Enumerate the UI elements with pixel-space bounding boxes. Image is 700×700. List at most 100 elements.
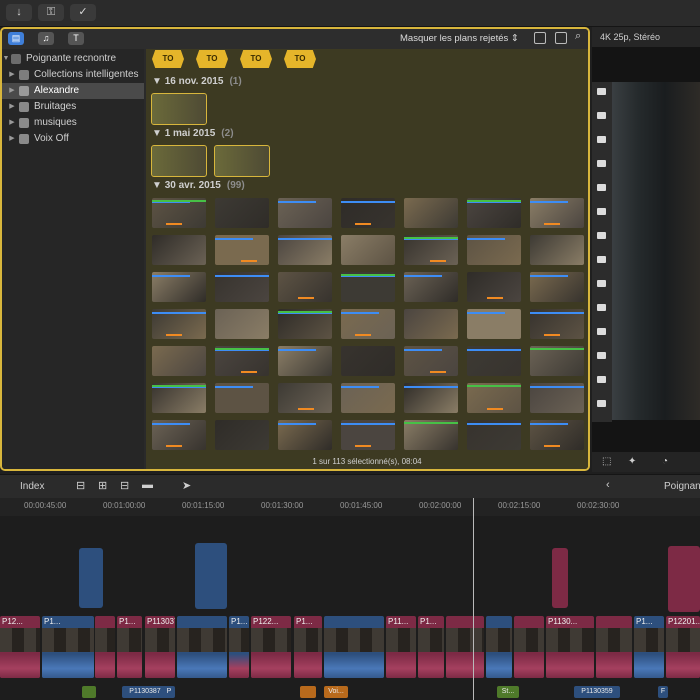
clip-thumbnail[interactable] [151, 93, 207, 125]
clip-thumbnail[interactable] [467, 420, 521, 450]
disclosure-triangle-icon[interactable]: ▼ [2, 51, 10, 67]
sidebar-item-library[interactable]: ▼ Poignante recnontre [2, 51, 144, 67]
timeline-ruler[interactable]: 00:00:45:00 00:01:00:00 00:01:15:00 00:01:3… [0, 498, 700, 517]
clip-thumbnail[interactable] [404, 235, 458, 265]
clip-thumbnail[interactable] [341, 383, 395, 413]
clip-thumbnail[interactable] [467, 383, 521, 413]
clip-thumbnail[interactable] [215, 346, 269, 376]
timeline-clip[interactable] [446, 616, 484, 678]
timeline-clip[interactable] [324, 616, 384, 678]
checkmark-icon[interactable]: ✓ [70, 4, 96, 21]
clip-thumbnail[interactable] [215, 235, 269, 265]
clip-appearance-icon[interactable] [555, 32, 567, 44]
timeline-clip[interactable]: P1... [294, 616, 322, 678]
clip-thumbnail[interactable] [530, 420, 584, 450]
timeline-clip[interactable]: P12... [0, 616, 40, 678]
clip-thumbnail[interactable] [152, 420, 206, 450]
timeline-clip[interactable] [514, 616, 544, 678]
audio-lane-clip[interactable] [82, 686, 96, 698]
filmstrip-view-icon[interactable] [534, 32, 546, 44]
timeline-clip[interactable]: P11... [386, 616, 416, 678]
sidebar-item-voix-off[interactable]: ▶ Voix Off [2, 131, 144, 147]
clip-thumbnail[interactable] [530, 235, 584, 265]
timeline-clip[interactable] [177, 616, 227, 678]
titles-generators-tab-icon[interactable]: T [68, 32, 84, 45]
clip-thumbnail[interactable] [404, 420, 458, 450]
audio-lane-clip[interactable]: P1130359 [574, 686, 620, 698]
title-clip-thumbnail[interactable]: TO [284, 50, 316, 68]
append-clip-icon[interactable]: ⊟ [120, 479, 129, 492]
back-arrow-icon[interactable]: ‹ [606, 479, 610, 491]
clip-thumbnail[interactable] [530, 383, 584, 413]
clip-thumbnail[interactable] [341, 309, 395, 339]
clip-thumbnail[interactable] [467, 235, 521, 265]
sidebar-item-musiques[interactable]: ▶ musiques [2, 115, 144, 131]
clip-thumbnail[interactable] [341, 198, 395, 228]
timeline-clip[interactable]: P122... [251, 616, 291, 678]
connected-clip[interactable] [79, 548, 103, 608]
clip-thumbnail[interactable] [404, 309, 458, 339]
speed-icon[interactable]: ◔ [662, 452, 668, 472]
clip-thumbnail[interactable] [530, 346, 584, 376]
clip-thumbnail[interactable] [152, 198, 206, 228]
timeline-clip[interactable]: P1... [229, 616, 249, 678]
clip-thumbnail[interactable] [341, 272, 395, 302]
clip-thumbnail[interactable] [152, 235, 206, 265]
transform-icon[interactable]: ⬚ [602, 452, 611, 472]
connected-clip[interactable] [552, 548, 568, 608]
search-icon[interactable]: ⌕ [575, 30, 581, 43]
timeline-clip[interactable]: P12201... [666, 616, 700, 678]
clip-thumbnail[interactable] [215, 309, 269, 339]
clip-thumbnail[interactable] [341, 420, 395, 450]
disclosure-triangle-icon[interactable]: ▶ [8, 83, 16, 99]
clip-thumbnail[interactable] [215, 420, 269, 450]
clip-thumbnail[interactable] [215, 383, 269, 413]
clip-thumbnail[interactable] [278, 309, 332, 339]
clip-thumbnail[interactable] [467, 346, 521, 376]
connected-clip[interactable] [195, 543, 227, 609]
disclosure-triangle-icon[interactable]: ▶ [8, 115, 16, 131]
clip-thumbnail[interactable] [404, 346, 458, 376]
audio-lane-clip[interactable]: P [163, 686, 175, 698]
clip-thumbnail[interactable] [278, 420, 332, 450]
disclosure-triangle-icon[interactable]: ▶ [8, 67, 16, 83]
clip-thumbnail[interactable] [152, 272, 206, 302]
playhead[interactable] [473, 498, 474, 700]
timeline-clip[interactable]: P1... [117, 616, 142, 678]
disclosure-triangle-icon[interactable]: ▶ [8, 131, 16, 147]
clip-thumbnail[interactable] [215, 272, 269, 302]
disclosure-triangle-icon[interactable]: ▶ [8, 99, 16, 115]
date-group-header[interactable]: ▼ 30 avr. 2015 (99) [152, 180, 245, 191]
magic-wand-icon[interactable]: ✦ [628, 452, 636, 472]
clip-thumbnail[interactable] [530, 309, 584, 339]
clip-thumbnail[interactable] [530, 198, 584, 228]
clip-thumbnail[interactable] [278, 346, 332, 376]
date-group-header[interactable]: ▼ 1 mai 2015 (2) [152, 128, 234, 139]
title-clip-thumbnail[interactable]: TO [152, 50, 184, 68]
photos-audio-tab-icon[interactable]: ♫ [38, 32, 54, 45]
audio-lane-clip[interactable]: St... [497, 686, 519, 698]
index-button[interactable]: Index [20, 481, 44, 492]
timeline-clip[interactable]: P1130371 [145, 616, 175, 678]
clip-thumbnail[interactable] [404, 383, 458, 413]
clip-filter-dropdown[interactable]: Masquer les plans rejetés ⇕ [400, 33, 519, 44]
clip-thumbnail[interactable] [278, 383, 332, 413]
sidebar-item-smart-collections[interactable]: ▶ Collections intelligentes [2, 67, 144, 83]
clip-thumbnail[interactable] [152, 309, 206, 339]
timeline-clip[interactable]: P1... [418, 616, 444, 678]
title-clip-thumbnail[interactable]: TO [240, 50, 272, 68]
date-group-header[interactable]: ▼ 16 nov. 2015 (1) [152, 76, 242, 87]
overwrite-clip-icon[interactable]: ▬ [142, 479, 153, 491]
audio-lane-clip[interactable] [300, 686, 316, 698]
clip-thumbnail[interactable] [341, 346, 395, 376]
select-tool-icon[interactable]: ➤ [182, 479, 191, 492]
title-clip-thumbnail[interactable]: TO [196, 50, 228, 68]
import-arrow-icon[interactable]: ↓ [6, 4, 32, 21]
clip-thumbnail[interactable] [467, 309, 521, 339]
clip-thumbnail[interactable] [278, 272, 332, 302]
audio-lane-clip[interactable]: Voi... [324, 686, 348, 698]
audio-lane-clip[interactable]: F [658, 686, 668, 698]
clip-thumbnail[interactable] [278, 235, 332, 265]
insert-clip-icon[interactable]: ⊞ [98, 479, 107, 492]
timeline-clip[interactable] [486, 616, 512, 678]
